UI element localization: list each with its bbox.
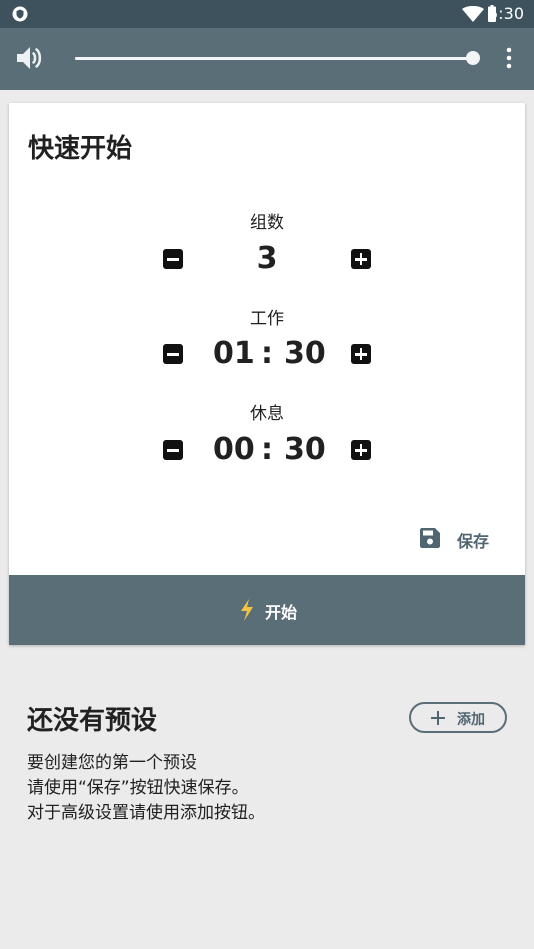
volume-up-icon[interactable] <box>14 42 46 74</box>
sets-increment-button[interactable] <box>351 249 371 269</box>
more-vert-icon[interactable] <box>499 46 519 70</box>
presets-description-line: 对于高级设置请使用添加按钮。 <box>27 803 265 823</box>
volume-slider-fill <box>75 57 473 60</box>
quick-start-card: 快速开始 组数 3 工作 01 : 30 休息 00 : 30 保存 开始 <box>9 103 525 645</box>
start-label: 开始 <box>265 603 298 622</box>
start-button[interactable]: 开始 <box>9 575 525 645</box>
add-label: 添加 <box>457 712 485 728</box>
quick-start-title: 快速开始 <box>28 134 133 164</box>
work-seconds[interactable]: 30 <box>284 334 326 374</box>
rest-decrement-button[interactable] <box>163 440 183 460</box>
work-decrement-button[interactable] <box>163 344 183 364</box>
save-button[interactable]: 保存 <box>419 526 509 552</box>
presets-title: 还没有预设 <box>27 706 158 736</box>
rest-label: 休息 <box>250 404 284 424</box>
status-time: 5:30 <box>488 4 524 23</box>
volume-slider-track[interactable] <box>75 57 473 60</box>
presets-description-line: 要创建您的第一个预设 <box>27 753 197 773</box>
sets-stepper: 3 <box>9 239 525 279</box>
save-label: 保存 <box>457 532 490 551</box>
work-separator: : <box>261 336 273 371</box>
work-stepper: 01 : 30 <box>9 334 525 374</box>
shield-icon <box>12 6 28 22</box>
add-preset-button[interactable]: 添加 <box>409 702 507 733</box>
rest-increment-button[interactable] <box>351 440 371 460</box>
volume-slider-thumb[interactable] <box>466 51 480 65</box>
status-bar: 5:30 <box>0 0 534 28</box>
sets-value[interactable]: 3 <box>9 239 525 279</box>
rest-minutes[interactable]: 00 <box>213 430 255 470</box>
save-icon <box>420 528 440 548</box>
bolt-icon <box>241 599 253 621</box>
plus-icon <box>431 711 445 725</box>
work-increment-button[interactable] <box>351 344 371 364</box>
sets-label: 组数 <box>250 213 284 233</box>
rest-separator: : <box>261 432 273 467</box>
presets-description-line: 请使用“保存”按钮快速保存。 <box>27 778 249 798</box>
toolbar <box>0 28 534 90</box>
wifi-icon <box>462 6 484 22</box>
work-minutes[interactable]: 01 <box>213 334 255 374</box>
rest-seconds[interactable]: 30 <box>284 430 326 470</box>
work-label: 工作 <box>250 309 284 329</box>
rest-stepper: 00 : 30 <box>9 430 525 470</box>
presets-description: 要创建您的第一个预设 请使用“保存”按钮快速保存。 对于高级设置请使用添加按钮。 <box>27 751 265 826</box>
